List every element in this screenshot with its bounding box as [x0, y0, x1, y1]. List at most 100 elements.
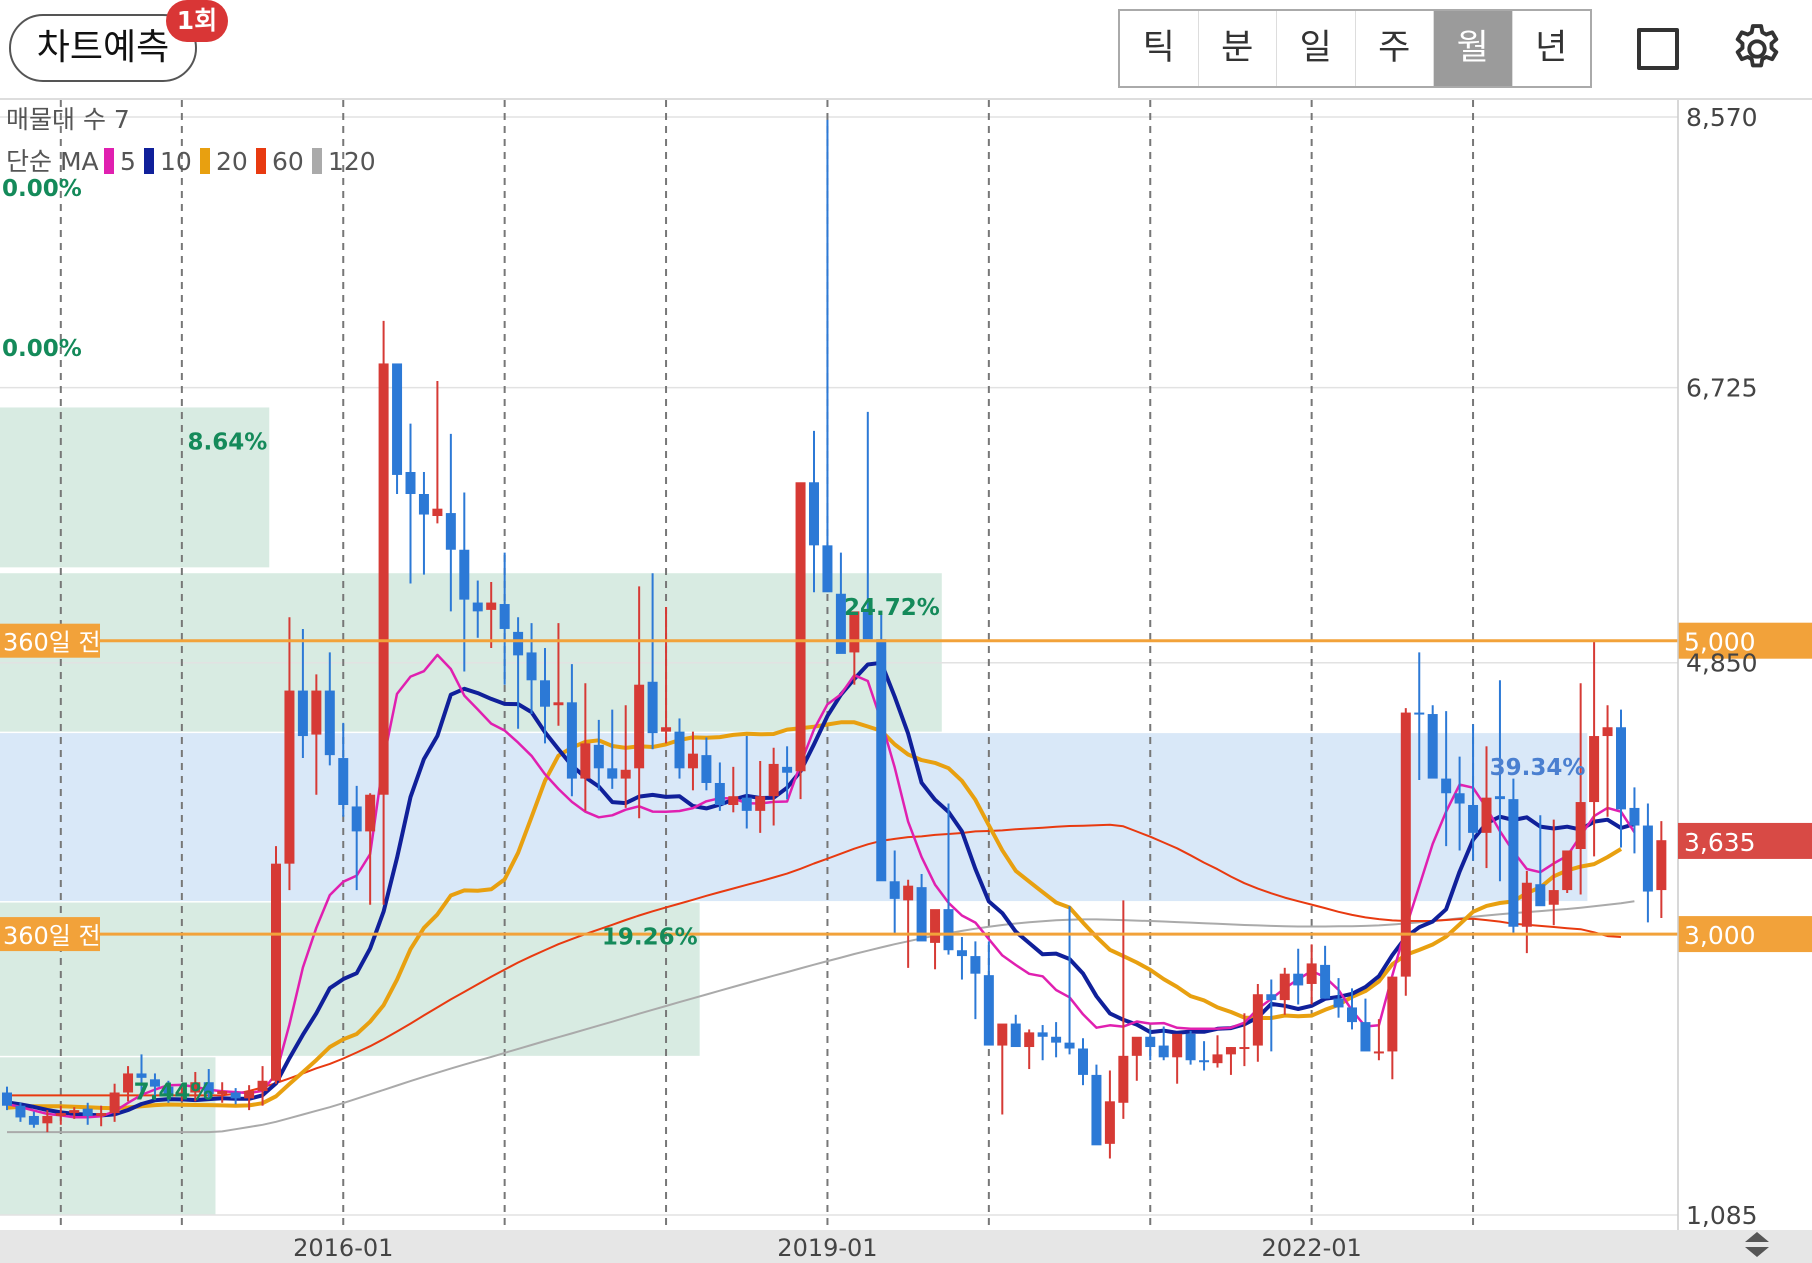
candle-body[interactable] — [1414, 712, 1425, 715]
candle-body[interactable] — [1104, 1101, 1115, 1144]
tab-day[interactable]: 일 — [1277, 11, 1356, 86]
candle-body[interactable] — [1481, 797, 1492, 833]
tab-month[interactable]: 월 — [1434, 11, 1513, 86]
candle-body[interactable] — [1172, 1033, 1183, 1058]
candle-body[interactable] — [69, 1110, 80, 1114]
candle-body[interactable] — [1131, 1036, 1142, 1056]
candle-body[interactable] — [768, 763, 779, 797]
candle-body[interactable] — [338, 758, 349, 805]
candle-body[interactable] — [284, 690, 295, 864]
candle-body[interactable] — [1656, 840, 1667, 891]
candle-body[interactable] — [311, 690, 322, 735]
candle-body[interactable] — [1347, 1007, 1357, 1023]
candle-body[interactable] — [526, 652, 537, 681]
candle-body[interactable] — [257, 1080, 268, 1092]
candle-body[interactable] — [593, 744, 604, 769]
candle-body[interactable] — [1441, 778, 1452, 794]
candle-body[interactable] — [701, 755, 712, 783]
candle-body[interactable] — [136, 1073, 147, 1078]
candle-body[interactable] — [1575, 802, 1586, 849]
candle-body[interactable] — [123, 1073, 134, 1093]
candle-body[interactable] — [1199, 1060, 1210, 1063]
candle-body[interactable] — [1010, 1023, 1021, 1048]
candle-body[interactable] — [392, 363, 403, 475]
candle-body[interactable] — [795, 482, 806, 772]
candle-body[interactable] — [1279, 973, 1290, 1001]
candle-body[interactable] — [405, 471, 416, 495]
candle-body[interactable] — [1225, 1047, 1236, 1055]
candle-body[interactable] — [1616, 727, 1626, 810]
candle-body[interactable] — [1064, 1042, 1075, 1049]
candle-body[interactable] — [445, 513, 456, 550]
candle-body[interactable] — [1051, 1036, 1062, 1043]
price-chart[interactable]: 360일 전 5,000360일 전 3,000 8.64%24.72%39.34%… — [0, 100, 1812, 1263]
candle-body[interactable] — [365, 794, 376, 832]
candle-body[interactable] — [1293, 973, 1304, 986]
candle-body[interactable] — [1158, 1045, 1169, 1058]
candle-body[interactable] — [1306, 963, 1317, 984]
candle-body[interactable] — [943, 909, 954, 951]
candle-body[interactable] — [782, 766, 793, 773]
candle-body[interactable] — [1037, 1032, 1048, 1037]
candle-body[interactable] — [109, 1092, 120, 1114]
candle-body[interactable] — [1562, 850, 1573, 891]
candle-body[interactable] — [620, 769, 631, 779]
tab-minute[interactable]: 분 — [1199, 11, 1277, 86]
candle-body[interactable] — [297, 690, 308, 737]
tab-tick[interactable]: 틱 — [1120, 11, 1199, 86]
candle-body[interactable] — [607, 768, 618, 779]
candle-body[interactable] — [217, 1091, 228, 1094]
candle-body[interactable] — [956, 950, 967, 957]
gear-icon[interactable] — [1728, 20, 1786, 78]
candle-body[interactable] — [997, 1023, 1008, 1046]
candle-body[interactable] — [513, 631, 524, 656]
candle-body[interactable] — [1494, 796, 1505, 800]
candle-body[interactable] — [1508, 799, 1519, 927]
candle-body[interactable] — [15, 1105, 26, 1118]
square-icon[interactable] — [1637, 28, 1679, 70]
candle-body[interactable] — [324, 690, 335, 756]
candle-body[interactable] — [244, 1091, 255, 1099]
candle-body[interactable] — [378, 363, 389, 795]
candle-body[interactable] — [1387, 976, 1398, 1052]
candle-body[interactable] — [755, 796, 766, 811]
candle-body[interactable] — [432, 508, 443, 517]
candle-body[interactable] — [647, 681, 658, 734]
candle-body[interactable] — [1078, 1048, 1088, 1075]
candle-body[interactable] — [1212, 1054, 1223, 1064]
candle-body[interactable] — [486, 602, 497, 610]
candle-body[interactable] — [983, 975, 994, 1046]
tab-year[interactable]: 년 — [1513, 11, 1591, 86]
candle-body[interactable] — [28, 1115, 39, 1125]
candle-body[interactable] — [96, 1113, 107, 1116]
candle-body[interactable] — [1185, 1033, 1196, 1061]
candle-body[interactable] — [1642, 825, 1653, 892]
candle-body[interactable] — [1400, 712, 1411, 977]
candle-body[interactable] — [566, 702, 577, 779]
candle-body[interactable] — [1454, 793, 1465, 804]
candle-body[interactable] — [540, 680, 550, 707]
candle-body[interactable] — [1373, 1051, 1384, 1054]
candle-body[interactable] — [1266, 994, 1277, 1001]
candle-body[interactable] — [889, 881, 900, 899]
candle-body[interactable] — [1427, 714, 1438, 779]
candle-body[interactable] — [1239, 1047, 1250, 1050]
candle-body[interactable] — [674, 731, 685, 769]
candle-body[interactable] — [82, 1108, 93, 1116]
candle-body[interactable] — [1320, 964, 1331, 999]
candle-body[interactable] — [1333, 998, 1344, 1008]
candle-body[interactable] — [499, 604, 510, 629]
candle-body[interactable] — [271, 863, 281, 1081]
tab-week[interactable]: 주 — [1356, 11, 1434, 86]
candle-body[interactable] — [1360, 1022, 1371, 1052]
candle-body[interactable] — [472, 602, 483, 612]
candle-body[interactable] — [459, 549, 470, 600]
candle-body[interactable] — [351, 806, 362, 832]
candle-body[interactable] — [822, 545, 833, 593]
candle-body[interactable] — [1091, 1074, 1102, 1146]
candle-body[interactable] — [1521, 882, 1532, 927]
candle-body[interactable] — [418, 494, 429, 515]
candle-body[interactable] — [714, 782, 725, 805]
candle-body[interactable] — [970, 956, 981, 974]
candle-body[interactable] — [728, 796, 739, 805]
